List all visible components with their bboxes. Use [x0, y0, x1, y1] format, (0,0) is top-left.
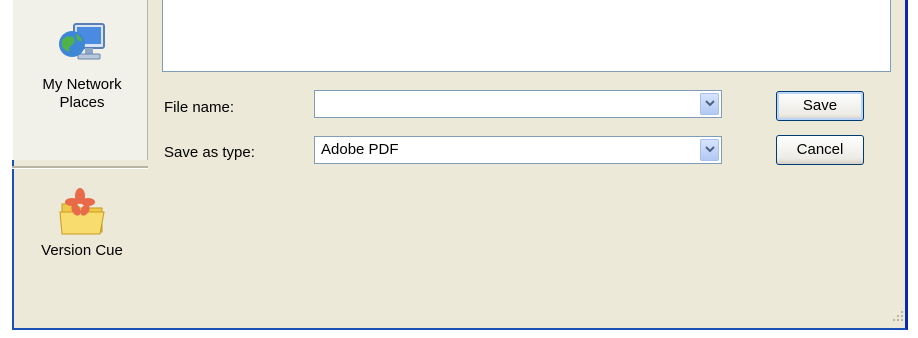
file-name-label: File name:: [164, 99, 235, 116]
save-as-type-select[interactable]: Adobe PDF: [314, 136, 722, 164]
file-name-combobox[interactable]: [314, 90, 722, 118]
network-places-icon: [54, 20, 110, 72]
chevron-down-icon[interactable]: [700, 139, 719, 161]
place-my-network-places[interactable]: My Network Places: [20, 20, 144, 112]
places-divider: [12, 166, 148, 169]
save-button[interactable]: Save: [776, 91, 864, 121]
place-label-line1: My Network: [42, 76, 122, 93]
save-as-type-value: Adobe PDF: [321, 141, 399, 158]
place-version-cue[interactable]: Version Cue: [20, 186, 144, 260]
save-as-type-label: Save as type:: [164, 144, 255, 161]
version-cue-folder-icon: [54, 186, 110, 238]
place-label: Version Cue: [41, 242, 123, 259]
cancel-button[interactable]: Cancel: [776, 135, 864, 165]
file-list-pane[interactable]: [162, 0, 891, 72]
place-label-line2: Places: [59, 94, 105, 111]
chevron-down-icon[interactable]: [700, 93, 719, 115]
resize-grip-icon[interactable]: [892, 309, 904, 326]
